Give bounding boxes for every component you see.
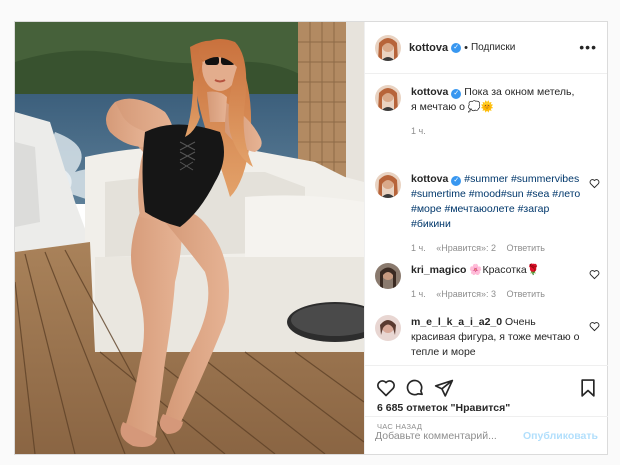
comment-heart-icon[interactable] — [589, 269, 600, 280]
comment-username[interactable]: kottova — [411, 173, 448, 185]
comment-item: kri_magico 🌸Красотка🌹 1 ч. «Нравится»: 3… — [375, 263, 600, 302]
comment-likes[interactable]: «Нравится»: 3 — [436, 289, 496, 299]
bookmark-icon[interactable] — [578, 378, 598, 398]
paper-plane-icon[interactable] — [434, 378, 454, 398]
comment-heart-icon[interactable] — [589, 178, 600, 189]
verified-badge-icon: ✓ — [451, 42, 462, 53]
header-separator: • — [464, 41, 468, 54]
comment-time[interactable]: 1 ч. — [411, 126, 426, 136]
comment-meta: 1 ч. — [411, 124, 582, 139]
comment-input[interactable] — [375, 429, 524, 442]
post-photo[interactable] — [15, 22, 364, 454]
following-button[interactable]: Подписки — [471, 42, 515, 53]
yacht-photo-illustration — [15, 22, 364, 454]
avatar[interactable] — [375, 315, 401, 341]
add-comment-bar: Опубликовать — [365, 416, 608, 454]
caption-comment: kottova ✓ Пока за окном метель, я мечтаю … — [375, 85, 600, 139]
author-username[interactable]: kottova — [409, 42, 448, 54]
publish-button[interactable]: Опубликовать — [523, 430, 598, 442]
verified-badge-icon: ✓ — [451, 176, 462, 186]
comment-text: 🌸Красотка🌹 — [469, 264, 540, 276]
comment-meta: 1 ч. «Нравится»: 3 Ответить — [411, 287, 582, 302]
more-options-icon[interactable]: ••• — [579, 39, 597, 55]
reply-button[interactable]: Ответить — [506, 289, 544, 299]
reply-button[interactable]: Ответить — [506, 243, 544, 253]
comment-item: kottova ✓ #summer #summervibes #sumertime… — [375, 172, 600, 256]
comment-bubble-icon[interactable] — [405, 378, 425, 398]
likes-count[interactable]: 6 685 отметок "Нравится" — [377, 402, 510, 414]
comment-heart-icon[interactable] — [589, 321, 600, 332]
comment-item: m_e_l_k_a_i_a2_0 Очень красивая фигура, … — [375, 315, 600, 360]
comment-username[interactable]: m_e_l_k_a_i_a2_0 — [411, 316, 502, 328]
post-header: kottova ✓ • Подписки ••• — [365, 22, 607, 74]
comment-username[interactable]: kottova — [411, 86, 448, 98]
comment-username[interactable]: kri_magico — [411, 264, 466, 276]
comments-list: kottova ✓ Пока за окном метель, я мечтаю … — [365, 75, 608, 363]
post-side-panel: kottova ✓ • Подписки ••• kottova ✓ Пока з… — [364, 22, 608, 454]
verified-badge-icon: ✓ — [451, 89, 462, 99]
avatar[interactable] — [375, 172, 401, 198]
comment-meta: 1 ч. «Нравится»: 2 Ответить — [411, 241, 582, 256]
comment-time[interactable]: 1 ч. — [411, 289, 426, 299]
heart-icon[interactable] — [376, 378, 396, 398]
avatar[interactable] — [375, 263, 401, 289]
avatar[interactable] — [375, 85, 401, 111]
comment-time[interactable]: 1 ч. — [411, 243, 426, 253]
post-card: kottova ✓ • Подписки ••• kottova ✓ Пока з… — [14, 21, 608, 455]
author-avatar[interactable] — [375, 34, 401, 61]
comment-likes[interactable]: «Нравится»: 2 — [436, 243, 496, 253]
